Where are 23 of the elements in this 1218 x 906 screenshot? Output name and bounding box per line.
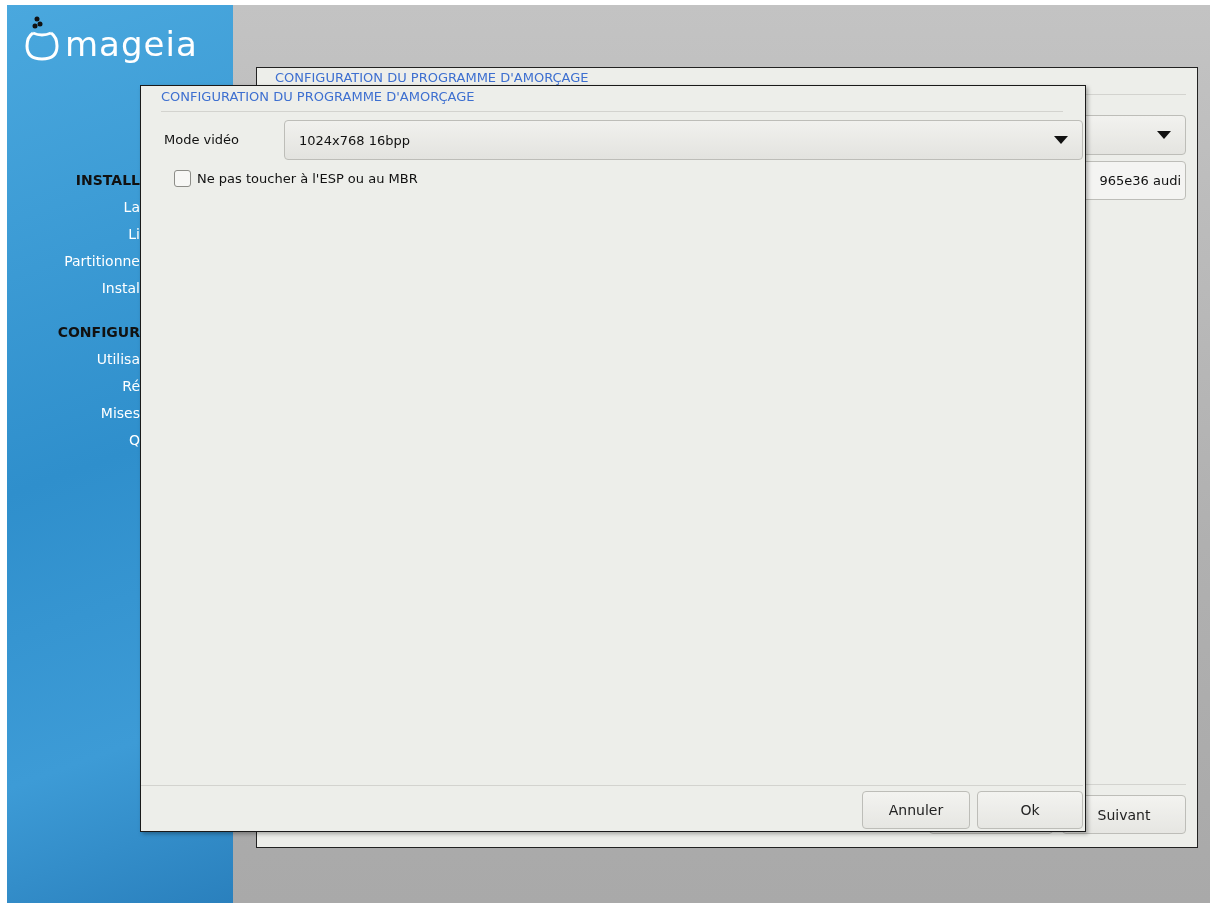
- field-label: Mode vidéo: [163, 131, 241, 149]
- button[interactable]: Annuler: [862, 791, 970, 829]
- sidebar-item[interactable]: Mises: [100, 404, 140, 422]
- caret-icon: [1157, 131, 1171, 139]
- sidebar-item[interactable]: Partitionne: [64, 252, 140, 270]
- dropdown-value: 1024x768 16bpp: [299, 132, 411, 148]
- section-heading: INSTALL: [75, 171, 140, 189]
- sidebar-item[interactable]: Ré: [122, 377, 140, 395]
- sidebar-item[interactable]: Instal: [101, 279, 140, 297]
- sidebar-item[interactable]: La: [123, 198, 140, 216]
- sidebar-item[interactable]: Q: [128, 431, 140, 449]
- section-heading: CONFIGUR: [57, 323, 140, 341]
- caret-icon: [1054, 136, 1068, 144]
- logo-text: mageia: [65, 27, 198, 61]
- dialog-title: CONFIGURATION DU PROGRAMME D'AMORÇAGE: [161, 89, 476, 104]
- cauldron-logo-icon: [25, 15, 59, 61]
- window-title: CONFIGURATION DU PROGRAMME D'AMORÇAGE: [275, 70, 590, 85]
- checkbox[interactable]: [174, 170, 191, 187]
- sidebar-item[interactable]: Utilisa: [96, 350, 140, 368]
- button[interactable]: Ok: [977, 791, 1083, 829]
- checkbox-label: Ne pas toucher à l'ESP ou au MBR: [197, 171, 418, 186]
- dropdown[interactable]: 1024x768 16bpp: [284, 120, 1083, 160]
- sidebar-item[interactable]: Li: [128, 225, 140, 243]
